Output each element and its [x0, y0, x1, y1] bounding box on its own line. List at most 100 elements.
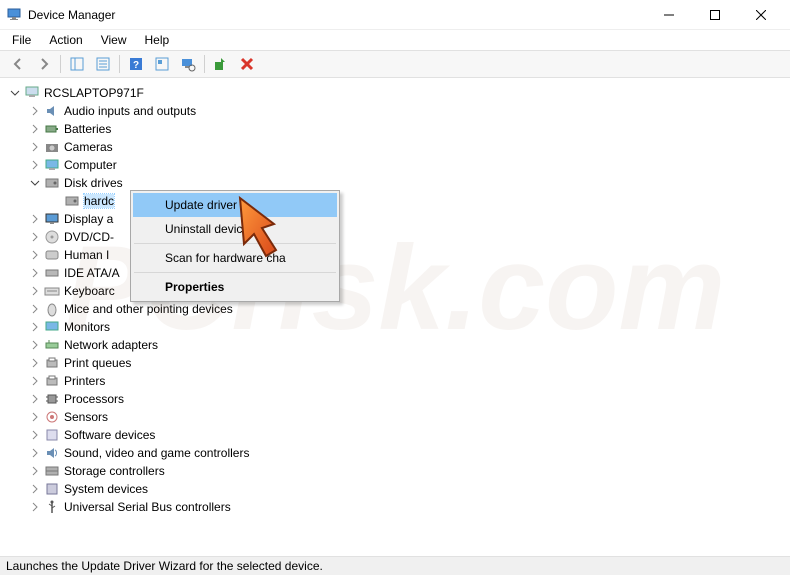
window-title: Device Manager [28, 8, 115, 22]
expand-icon[interactable] [28, 248, 42, 262]
tree-category-label: Keyboarc [64, 284, 115, 298]
expand-icon[interactable] [28, 356, 42, 370]
expand-icon[interactable] [8, 86, 22, 100]
expand-icon[interactable] [28, 302, 42, 316]
device-icon [44, 337, 60, 353]
expand-icon[interactable] [28, 374, 42, 388]
tree-category-label: Network adapters [64, 338, 158, 352]
update-driver-button[interactable] [209, 52, 233, 76]
close-button[interactable] [738, 0, 784, 30]
tree-category-label: Processors [64, 392, 124, 406]
maximize-button[interactable] [692, 0, 738, 30]
expand-icon[interactable] [28, 230, 42, 244]
tree-category-label: Software devices [64, 428, 155, 442]
tree-category[interactable]: Processors [4, 390, 786, 408]
tree-category[interactable]: Universal Serial Bus controllers [4, 498, 786, 516]
tree-device-label: hardc [84, 194, 114, 208]
device-icon [44, 373, 60, 389]
tree-category[interactable]: IDE ATA/A [4, 264, 786, 282]
statusbar: Launches the Update Driver Wizard for th… [0, 556, 790, 575]
device-icon [44, 139, 60, 155]
device-icon [44, 301, 60, 317]
titlebar: Device Manager [0, 0, 790, 30]
status-text: Launches the Update Driver Wizard for th… [6, 559, 323, 573]
tree-category[interactable]: Cameras [4, 138, 786, 156]
menu-help[interactable]: Help [137, 31, 178, 49]
uninstall-button[interactable] [235, 52, 259, 76]
tree-category[interactable]: Computer [4, 156, 786, 174]
annotation-arrow [234, 194, 294, 267]
expand-icon[interactable] [28, 482, 42, 496]
tree-root-label: RCSLAPTOP971F [44, 86, 144, 100]
tree-category[interactable]: Keyboarc [4, 282, 786, 300]
back-button[interactable] [6, 52, 30, 76]
tree-category-label: Human I [64, 248, 109, 262]
menu-action[interactable]: Action [41, 31, 90, 49]
tree-category-label: System devices [64, 482, 148, 496]
tree-category[interactable]: System devices [4, 480, 786, 498]
expand-icon[interactable] [28, 158, 42, 172]
menu-view[interactable]: View [93, 31, 135, 49]
context-menu-item[interactable]: Properties [133, 275, 337, 299]
expand-icon[interactable] [28, 320, 42, 334]
tree-category-label: Printers [64, 374, 105, 388]
expand-icon[interactable] [28, 428, 42, 442]
expand-icon[interactable] [28, 464, 42, 478]
expand-icon[interactable] [28, 338, 42, 352]
tree-category[interactable]: Printers [4, 372, 786, 390]
tree-category-label: Storage controllers [64, 464, 165, 478]
expand-icon[interactable] [28, 122, 42, 136]
tree-category-label: Sensors [64, 410, 108, 424]
tree-category-label: Batteries [64, 122, 111, 136]
device-icon [44, 247, 60, 263]
expand-icon[interactable] [28, 410, 42, 424]
tree-category[interactable]: Print queues [4, 354, 786, 372]
tree-device[interactable]: hardc [4, 192, 786, 210]
scan-hardware-button[interactable] [176, 52, 200, 76]
tree-category[interactable]: Sensors [4, 408, 786, 426]
tree-category[interactable]: Sound, video and game controllers [4, 444, 786, 462]
tree-category[interactable]: Human I [4, 246, 786, 264]
computer-icon [24, 85, 40, 101]
expand-icon[interactable] [28, 176, 42, 190]
show-hide-button[interactable] [65, 52, 89, 76]
device-icon [44, 229, 60, 245]
device-icon [44, 175, 60, 191]
expand-icon[interactable] [28, 446, 42, 460]
device-icon [44, 103, 60, 119]
help-button[interactable]: ? [124, 52, 148, 76]
tree-category[interactable]: Display a [4, 210, 786, 228]
tree-category[interactable]: Monitors [4, 318, 786, 336]
expand-icon[interactable] [28, 500, 42, 514]
tree-category[interactable]: Network adapters [4, 336, 786, 354]
expand-icon[interactable] [28, 140, 42, 154]
action-button[interactable] [150, 52, 174, 76]
device-icon [44, 121, 60, 137]
tree-category[interactable]: DVD/CD- [4, 228, 786, 246]
tree-category[interactable]: Software devices [4, 426, 786, 444]
menu-file[interactable]: File [4, 31, 39, 49]
tree-category[interactable]: Storage controllers [4, 462, 786, 480]
expand-icon[interactable] [28, 392, 42, 406]
svg-text:?: ? [133, 60, 139, 71]
forward-button[interactable] [32, 52, 56, 76]
expand-icon[interactable] [28, 266, 42, 280]
tree-root[interactable]: RCSLAPTOP971F [4, 84, 786, 102]
tree-category-label: Mice and other pointing devices [64, 302, 233, 316]
tree-category-label: Print queues [64, 356, 131, 370]
expand-icon[interactable] [28, 212, 42, 226]
tree-category[interactable]: Batteries [4, 120, 786, 138]
tree-category[interactable]: Mice and other pointing devices [4, 300, 786, 318]
tree-category-label: Sound, video and game controllers [64, 446, 249, 460]
device-tree[interactable]: RCSLAPTOP971F Audio inputs and outputs Ba… [0, 78, 790, 556]
expand-icon[interactable] [28, 104, 42, 118]
device-icon [44, 463, 60, 479]
tree-category[interactable]: Disk drives [4, 174, 786, 192]
properties-button[interactable] [91, 52, 115, 76]
tree-category[interactable]: Audio inputs and outputs [4, 102, 786, 120]
disk-icon [64, 193, 80, 209]
tree-category-label: Audio inputs and outputs [64, 104, 196, 118]
minimize-button[interactable] [646, 0, 692, 30]
expand-icon[interactable] [28, 284, 42, 298]
device-icon [44, 427, 60, 443]
